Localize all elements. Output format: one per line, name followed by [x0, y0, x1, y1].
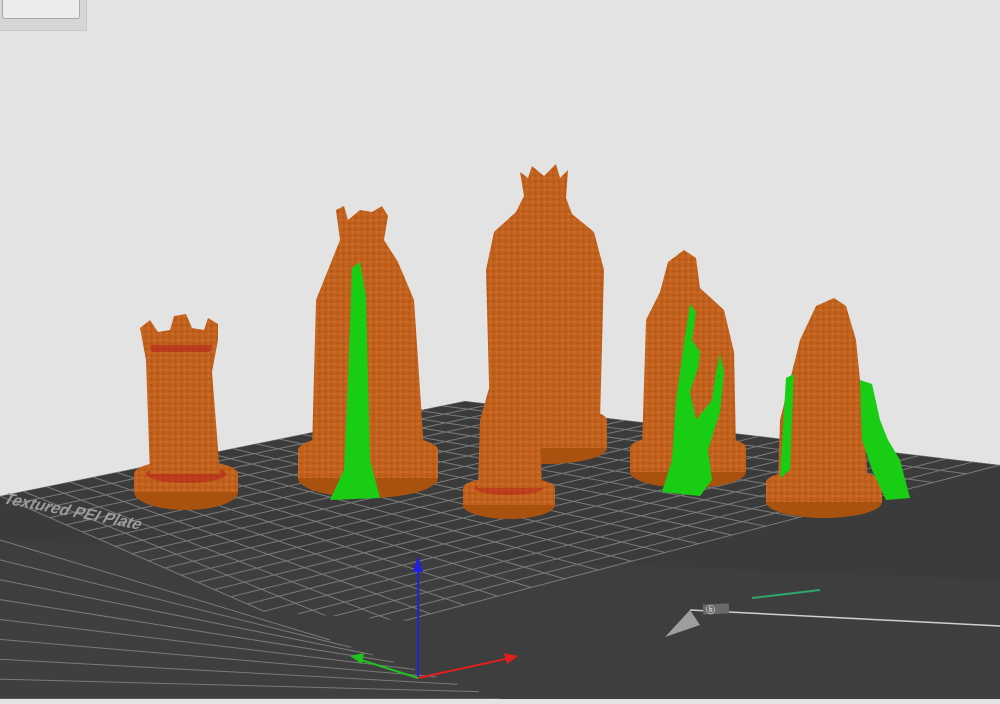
corner-toolbar [0, 0, 87, 31]
3d-viewport[interactable]: Textured PEI Plate ⓑ [0, 0, 1000, 700]
plate-logo: ⓑ [706, 604, 715, 615]
scene[interactable]: Textured PEI Plate ⓑ [0, 0, 1000, 700]
model-rook[interactable] [134, 314, 238, 510]
corner-button[interactable] [2, 0, 80, 19]
